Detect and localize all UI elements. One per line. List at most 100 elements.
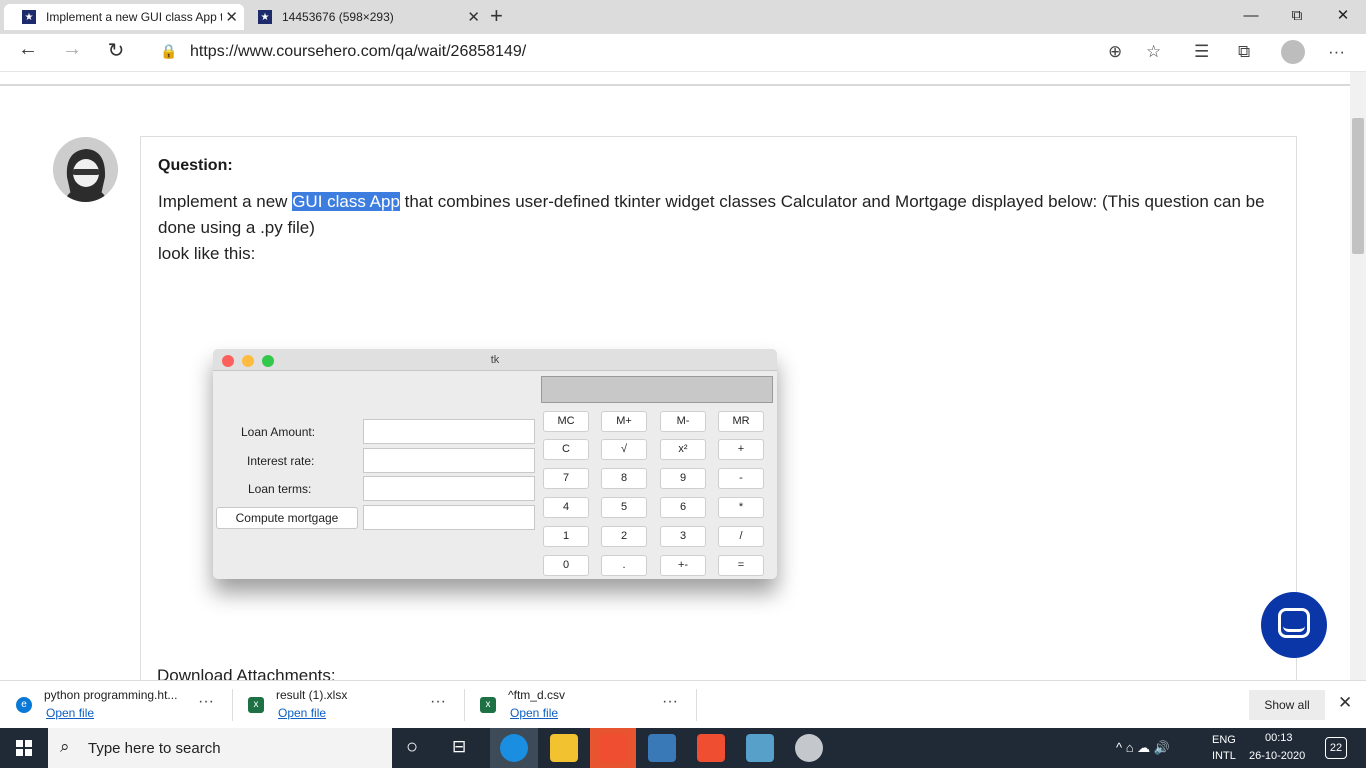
favorites-icon[interactable]: ☰ — [1194, 42, 1209, 62]
start-button[interactable] — [0, 728, 48, 768]
coursehero-favicon-icon: ★ — [22, 10, 36, 24]
divider — [696, 689, 697, 721]
download-more-button[interactable]: ··· — [198, 693, 214, 711]
search-placeholder[interactable]: Type here to search — [88, 740, 221, 757]
question-text: Implement a new GUI class App that combi… — [158, 189, 1288, 267]
close-downloads-button[interactable]: ✕ — [1338, 693, 1352, 713]
tray-icons[interactable]: ^ ⌂ ☁ 🔊 — [1116, 740, 1170, 768]
notepad-icon[interactable] — [746, 734, 774, 762]
excel-icon: x — [480, 697, 496, 713]
calc-key: 9 — [660, 468, 706, 489]
minimize-button[interactable]: — — [1228, 0, 1274, 30]
taskbar-search[interactable]: ⌕ Type here to search — [48, 728, 392, 768]
notification-badge[interactable]: 22 — [1325, 737, 1347, 759]
calc-key: = — [718, 555, 764, 576]
download-item[interactable]: x ^ftm_d.csv Open file ··· — [480, 681, 690, 729]
open-file-link[interactable]: Open file — [510, 706, 558, 720]
tab-strip: ★ Implement a new GUI class App t ✕ ★ 14… — [0, 0, 1366, 34]
interest-rate-label: Interest rate: — [247, 454, 315, 468]
loan-amount-field — [363, 419, 535, 444]
calc-key: 8 — [601, 468, 647, 489]
git-icon[interactable] — [697, 734, 725, 762]
calc-key: * — [718, 497, 764, 518]
zoom-icon[interactable]: ⊕ — [1108, 42, 1122, 62]
calc-key: x² — [660, 439, 706, 460]
divider — [464, 689, 465, 721]
calc-key: M+ — [601, 411, 647, 432]
open-file-link[interactable]: Open file — [46, 706, 94, 720]
forward-button[interactable]: → — [57, 38, 87, 61]
calc-key: . — [601, 555, 647, 576]
more-menu-icon[interactable]: ··· — [1328, 42, 1345, 62]
page-content: Question: Implement a new GUI class App … — [0, 72, 1350, 680]
window-close-button[interactable]: ✕ — [1320, 0, 1366, 30]
scrollbar-thumb[interactable] — [1352, 118, 1364, 254]
calculator-display — [541, 376, 773, 403]
calc-key: C — [543, 439, 589, 460]
question-text-start: Implement a new — [158, 192, 293, 211]
header-divider — [0, 84, 1350, 86]
calc-key: 3 — [660, 526, 706, 547]
new-tab-button[interactable]: + — [490, 3, 503, 29]
edge-icon — [500, 734, 528, 762]
tab-close-icon[interactable]: ✕ — [467, 8, 480, 26]
close-dot-icon — [222, 355, 234, 367]
language-line-2[interactable]: INTL — [1212, 750, 1236, 768]
interest-rate-field — [363, 448, 535, 473]
paint-icon[interactable] — [795, 734, 823, 762]
download-more-button[interactable]: ··· — [662, 693, 678, 711]
download-more-button[interactable]: ··· — [430, 693, 446, 711]
calc-key: - — [718, 468, 764, 489]
restore-button[interactable]: ⧉ — [1274, 0, 1320, 30]
refresh-button[interactable]: ↻ — [101, 38, 131, 63]
tab-question[interactable]: ★ Implement a new GUI class App t ✕ — [4, 4, 244, 30]
address-bar[interactable]: 🔒 https://www.coursehero.com/qa/wait/268… — [146, 37, 1176, 67]
edge-taskbar-button[interactable] — [490, 728, 538, 768]
open-file-link[interactable]: Open file — [278, 706, 326, 720]
windows-logo-icon — [25, 740, 32, 747]
back-button[interactable]: ← — [13, 38, 43, 61]
tab-close-icon[interactable]: ✕ — [225, 8, 238, 26]
loan-terms-field — [363, 476, 535, 501]
chat-button[interactable] — [1261, 592, 1327, 658]
git-icon — [600, 734, 628, 762]
cortana-icon[interactable]: ○ — [406, 736, 418, 768]
tab-image[interactable]: ★ 14453676 (598×293) ✕ — [240, 4, 486, 30]
minimize-dot-icon — [242, 355, 254, 367]
question-line-2: look like this: — [158, 244, 256, 263]
calc-key: 1 — [543, 526, 589, 547]
scrollbar[interactable] — [1350, 72, 1366, 680]
compute-mortgage-button: Compute mortgage — [216, 507, 358, 529]
collections-icon[interactable]: ⧉ — [1238, 42, 1250, 62]
windows-logo-icon — [16, 749, 23, 756]
loan-terms-label: Loan terms: — [248, 482, 312, 496]
question-label: Question: — [158, 157, 233, 174]
chat-smile-icon — [1283, 626, 1305, 632]
mortgage-result-field — [363, 505, 535, 530]
download-item[interactable]: x result (1).xlsx Open file ··· — [248, 681, 458, 729]
excel-icon: x — [248, 697, 264, 713]
clock-date[interactable]: 26-10-2020 — [1249, 750, 1305, 768]
tk-window-image: tk Loan Amount: Interest rate: Loan term… — [213, 349, 777, 579]
app-taskbar-button[interactable] — [590, 728, 636, 768]
tk-title: tk — [490, 354, 500, 366]
show-all-button[interactable]: Show all — [1249, 690, 1325, 720]
task-view-icon[interactable]: ⊟ — [452, 737, 466, 768]
zoom-dot-icon — [262, 355, 274, 367]
calc-key: + — [718, 439, 764, 460]
url-text[interactable]: https://www.coursehero.com/qa/wait/26858… — [190, 43, 526, 61]
favorite-star-icon[interactable]: ☆ — [1146, 42, 1161, 62]
lock-icon: 🔒 — [160, 43, 178, 59]
calc-key: 6 — [660, 497, 706, 518]
toolbar: ← → ↻ 🔒 https://www.coursehero.com/qa/wa… — [0, 34, 1366, 72]
file-explorer-icon[interactable] — [550, 734, 578, 762]
attachments-label: Download Attachments: — [157, 666, 336, 680]
calc-key: 4 — [543, 497, 589, 518]
download-item[interactable]: e python programming.ht... Open file ··· — [16, 681, 226, 729]
profile-icon[interactable] — [1281, 40, 1305, 64]
calc-key: √ — [601, 439, 647, 460]
edge-icon: e — [16, 697, 32, 713]
taskbar: ⌕ Type here to search ○ ⊟ ^ ⌂ ☁ 🔊 ENG IN… — [0, 728, 1366, 768]
calc-key: 2 — [601, 526, 647, 547]
python-icon[interactable] — [648, 734, 676, 762]
